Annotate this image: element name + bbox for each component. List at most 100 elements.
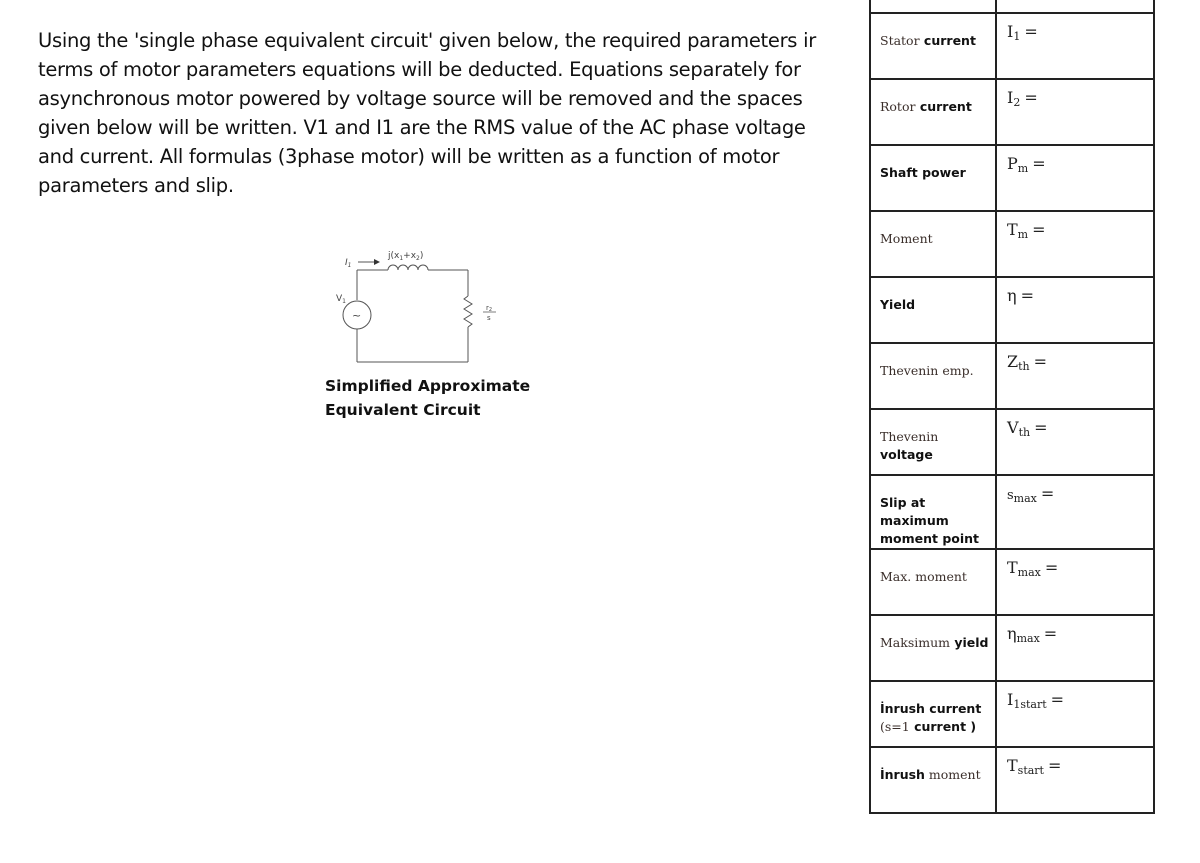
formula-symbol: Tmax =: [997, 550, 1153, 579]
formula-symbol: Tm =: [997, 212, 1153, 241]
table-row: İnrush current (s=1 current ) I1start =: [869, 680, 1155, 748]
formula-cell[interactable]: smax =: [995, 474, 1155, 550]
symbol: V: [1007, 418, 1019, 437]
table-row: Thevenin voltage Vth =: [869, 408, 1155, 476]
statement-line: given below will be written. V1 and I1 a…: [38, 116, 806, 139]
equals-sign: =: [1043, 624, 1058, 643]
label-part: current ): [909, 719, 977, 734]
label-part: yield: [950, 635, 989, 650]
parameter-label: İnrush moment: [871, 748, 995, 784]
parameter-label-cell: İnrush current (s=1 current ): [869, 680, 997, 748]
parameter-label: Yield: [871, 278, 995, 314]
table-border-tick: [1153, 0, 1155, 12]
parameter-label-cell: Shaft power: [869, 144, 997, 212]
parameter-label-cell: İnrush moment: [869, 746, 997, 814]
table-row: Yield η =: [869, 276, 1155, 344]
formula-table: Stator current I1 = Rotor current I2 = Shaft p…: [869, 12, 1155, 814]
symbol-subscript: max: [1017, 566, 1041, 579]
formula-cell[interactable]: I1start =: [995, 680, 1155, 748]
caption-line: Simplified Approximate: [325, 377, 531, 395]
label-part: İnrush current: [880, 701, 982, 716]
parameter-label: Thevenin voltage: [871, 410, 995, 464]
resistor-numerator: r2: [486, 304, 492, 313]
source-symbol: ~: [352, 309, 361, 322]
symbol-subscript: max: [1013, 492, 1037, 505]
equals-sign: =: [1020, 286, 1034, 305]
reactance-label: j(x1+x2): [387, 251, 423, 262]
arrow-head-icon: [374, 259, 380, 265]
formula-symbol: I1 =: [997, 14, 1153, 43]
formula-cell[interactable]: η =: [995, 276, 1155, 344]
formula-cell[interactable]: I1 =: [995, 12, 1155, 80]
table-border-tick: [869, 0, 871, 12]
parameter-label: Slip at maximum moment point: [871, 476, 995, 548]
parameter-label-cell: Maksimum yield: [869, 614, 997, 682]
statement-line: asynchronous motor powered by voltage so…: [38, 87, 803, 110]
label-part: Max. moment: [880, 569, 967, 584]
symbol: T: [1007, 220, 1018, 239]
symbol: Z: [1007, 352, 1019, 371]
parameter-label: Stator current: [871, 14, 995, 50]
formula-cell[interactable]: Pm =: [995, 144, 1155, 212]
problem-statement: Using the 'single phase equivalent circu…: [38, 26, 838, 200]
formula-symbol: Zth =: [997, 344, 1153, 373]
label-part: Maksimum: [880, 635, 950, 650]
table-row: Maksimum yield ηmax =: [869, 614, 1155, 682]
equals-sign: =: [1032, 154, 1046, 173]
parameter-label: Rotor current: [871, 80, 995, 116]
formula-symbol: ηmax =: [997, 616, 1153, 645]
symbol-subscript: 1start: [1013, 698, 1047, 711]
label-part: Yield: [880, 297, 916, 312]
formula-cell[interactable]: Zth =: [995, 342, 1155, 410]
formula-cell[interactable]: I2 =: [995, 78, 1155, 146]
formula-cell[interactable]: ηmax =: [995, 614, 1155, 682]
parameter-label-cell: Thevenin voltage: [869, 408, 997, 476]
symbol-subscript: m: [1017, 162, 1029, 175]
symbol: T: [1007, 558, 1018, 577]
resistor-denominator: s: [487, 314, 491, 322]
symbol-subscript: m: [1017, 228, 1029, 241]
equals-sign: =: [1024, 22, 1038, 41]
table-row: Thevenin emp. Zth =: [869, 342, 1155, 410]
label-part: moment: [924, 767, 981, 782]
parameter-label-cell: Slip at maximum moment point: [869, 474, 997, 550]
parameter-label-cell: Stator current: [869, 12, 997, 80]
label-part: Stator: [880, 33, 920, 48]
label-part: Rotor: [880, 99, 916, 114]
parameter-label-cell: Rotor current: [869, 78, 997, 146]
equals-sign: =: [1044, 558, 1059, 577]
equals-sign: =: [1034, 418, 1048, 437]
statement-line: Using the 'single phase equivalent circu…: [38, 29, 816, 52]
formula-cell[interactable]: Tstart =: [995, 746, 1155, 814]
symbol-subscript: start: [1017, 764, 1044, 777]
table-row: İnrush moment Tstart =: [869, 746, 1155, 814]
formula-cell[interactable]: Tmax =: [995, 548, 1155, 616]
equals-sign: =: [1050, 690, 1065, 709]
label-part: Thevenin: [880, 429, 939, 444]
parameter-label: Maksimum yield: [871, 616, 995, 652]
resistor-icon: [463, 295, 473, 328]
symbol-subscript: 1: [1013, 30, 1021, 43]
equals-sign: =: [1033, 352, 1048, 371]
formula-cell[interactable]: Tm =: [995, 210, 1155, 278]
symbol: P: [1007, 154, 1018, 173]
label-part: current: [915, 99, 972, 114]
statement-line: parameters and slip.: [38, 174, 234, 197]
circuit-caption: Simplified Approximate Equivalent Circui…: [325, 374, 530, 422]
symbol-subscript: th: [1018, 426, 1031, 439]
equals-sign: =: [1040, 484, 1055, 503]
equals-sign: =: [1024, 88, 1038, 107]
label-part: Thevenin emp.: [880, 363, 974, 378]
equals-sign: =: [1032, 220, 1046, 239]
symbol-subscript: th: [1018, 360, 1030, 373]
symbol: s: [1007, 488, 1014, 503]
equals-sign: =: [1047, 756, 1062, 775]
parameter-label: İnrush current (s=1 current ): [871, 682, 995, 736]
symbol: T: [1007, 756, 1018, 775]
formula-symbol: smax =: [997, 476, 1153, 505]
formula-symbol: η =: [997, 278, 1153, 307]
parameter-label-cell: Thevenin emp.: [869, 342, 997, 410]
label-part: İnrush: [880, 767, 925, 782]
caption-line: Equivalent Circuit: [325, 401, 481, 419]
formula-cell[interactable]: Vth =: [995, 408, 1155, 476]
